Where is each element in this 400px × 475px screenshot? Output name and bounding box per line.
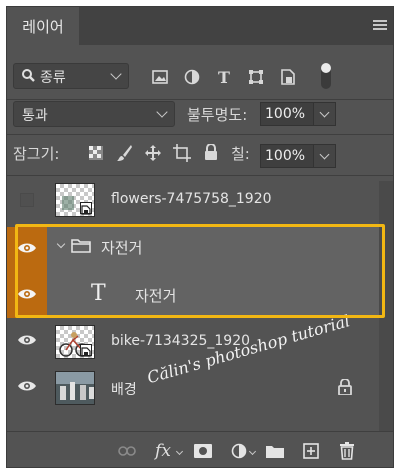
layer-name: flowers-7475758_1920 xyxy=(111,191,272,207)
layer-style-fx-icon[interactable]: fx xyxy=(153,441,173,461)
layer-thumbnail xyxy=(55,325,95,359)
lock-icon[interactable] xyxy=(338,378,352,399)
lock-transparent-pixels-icon[interactable] xyxy=(89,146,103,164)
fill-label: 칠: xyxy=(231,145,250,163)
visibility-toggle[interactable] xyxy=(7,273,47,318)
chevron-down-icon xyxy=(110,68,122,80)
layer-name: 자전거 xyxy=(101,239,143,257)
delete-layer-trash-icon[interactable] xyxy=(337,441,357,461)
visibility-toggle[interactable] xyxy=(7,227,47,273)
fill-slider-button[interactable] xyxy=(314,144,336,168)
lock-all-icon[interactable] xyxy=(204,143,218,164)
opacity-input[interactable]: 100% xyxy=(260,102,314,126)
filter-toggle-switch[interactable] xyxy=(321,63,331,89)
chevron-down-icon xyxy=(156,106,168,118)
smart-object-badge-icon xyxy=(80,344,92,357)
layer-thumbnail xyxy=(55,183,95,217)
toggle-knob xyxy=(321,63,331,73)
eye-icon xyxy=(17,380,37,396)
layers-panel: 레이어 종류 T 통과 불투명도: 100% 잠그기: 칠: 100% flow… xyxy=(6,6,394,468)
layers-scrollbar[interactable] xyxy=(379,181,393,431)
opacity-slider-button[interactable] xyxy=(314,102,336,126)
text-layer-icon: T xyxy=(91,281,106,306)
new-adjustment-layer-icon[interactable] xyxy=(229,441,249,461)
filter-kind-dropdown[interactable]: 종류 xyxy=(13,63,129,89)
visibility-toggle[interactable] xyxy=(7,365,47,411)
divider xyxy=(7,99,393,100)
eye-icon xyxy=(17,334,37,350)
panel-menu-icon[interactable] xyxy=(373,20,387,31)
add-mask-icon[interactable] xyxy=(193,441,213,461)
pixel-layer-filter-icon[interactable] xyxy=(151,68,169,86)
divider xyxy=(7,175,393,176)
eye-icon xyxy=(17,288,37,304)
tab-layers[interactable]: 레이어 xyxy=(7,7,79,45)
lock-position-icon[interactable] xyxy=(144,144,162,166)
bottom-toolbar: fx xyxy=(7,431,393,467)
opacity-label: 불투명도: xyxy=(187,106,248,124)
layer-name: 배경 xyxy=(111,382,137,398)
thumbnail-content xyxy=(62,196,74,210)
shape-layer-filter-icon[interactable] xyxy=(247,68,265,86)
adjustment-layer-filter-icon[interactable] xyxy=(183,68,201,86)
divider xyxy=(7,134,393,135)
expand-chevron-icon[interactable] xyxy=(56,239,66,249)
filter-kind-label: 종류 xyxy=(40,70,66,86)
layer-row-group[interactable]: 자전거 xyxy=(7,227,379,273)
folder-icon xyxy=(71,238,91,257)
panel-tab-bar: 레이어 xyxy=(7,7,393,45)
new-layer-icon[interactable] xyxy=(301,441,321,461)
search-icon xyxy=(21,68,35,86)
link-layers-icon[interactable] xyxy=(117,441,137,461)
lock-image-pixels-icon[interactable] xyxy=(117,144,133,166)
fill-input[interactable]: 100% xyxy=(260,144,314,168)
lock-artboard-icon[interactable] xyxy=(173,144,191,166)
eye-icon xyxy=(17,242,37,258)
new-group-folder-icon[interactable] xyxy=(265,441,285,461)
visibility-toggle[interactable] xyxy=(7,319,47,365)
blend-mode-label: 통과 xyxy=(22,108,48,124)
layer-thumbnail xyxy=(55,371,95,405)
smart-object-badge-icon xyxy=(80,202,92,215)
blend-mode-dropdown[interactable]: 통과 xyxy=(13,101,175,127)
visibility-toggle[interactable] xyxy=(7,177,47,223)
visibility-empty-box xyxy=(20,193,34,207)
chevron-down-icon xyxy=(248,447,257,456)
smart-object-filter-icon[interactable] xyxy=(279,68,297,86)
lock-label: 잠그기: xyxy=(13,145,60,163)
chevron-down-icon xyxy=(175,447,184,456)
layer-name: 자전거 xyxy=(135,287,177,305)
layer-row-text[interactable]: T 자전거 xyxy=(7,273,379,318)
type-layer-filter-icon[interactable]: T xyxy=(215,68,233,87)
layer-row-flowers[interactable]: flowers-7475758_1920 xyxy=(7,177,379,223)
